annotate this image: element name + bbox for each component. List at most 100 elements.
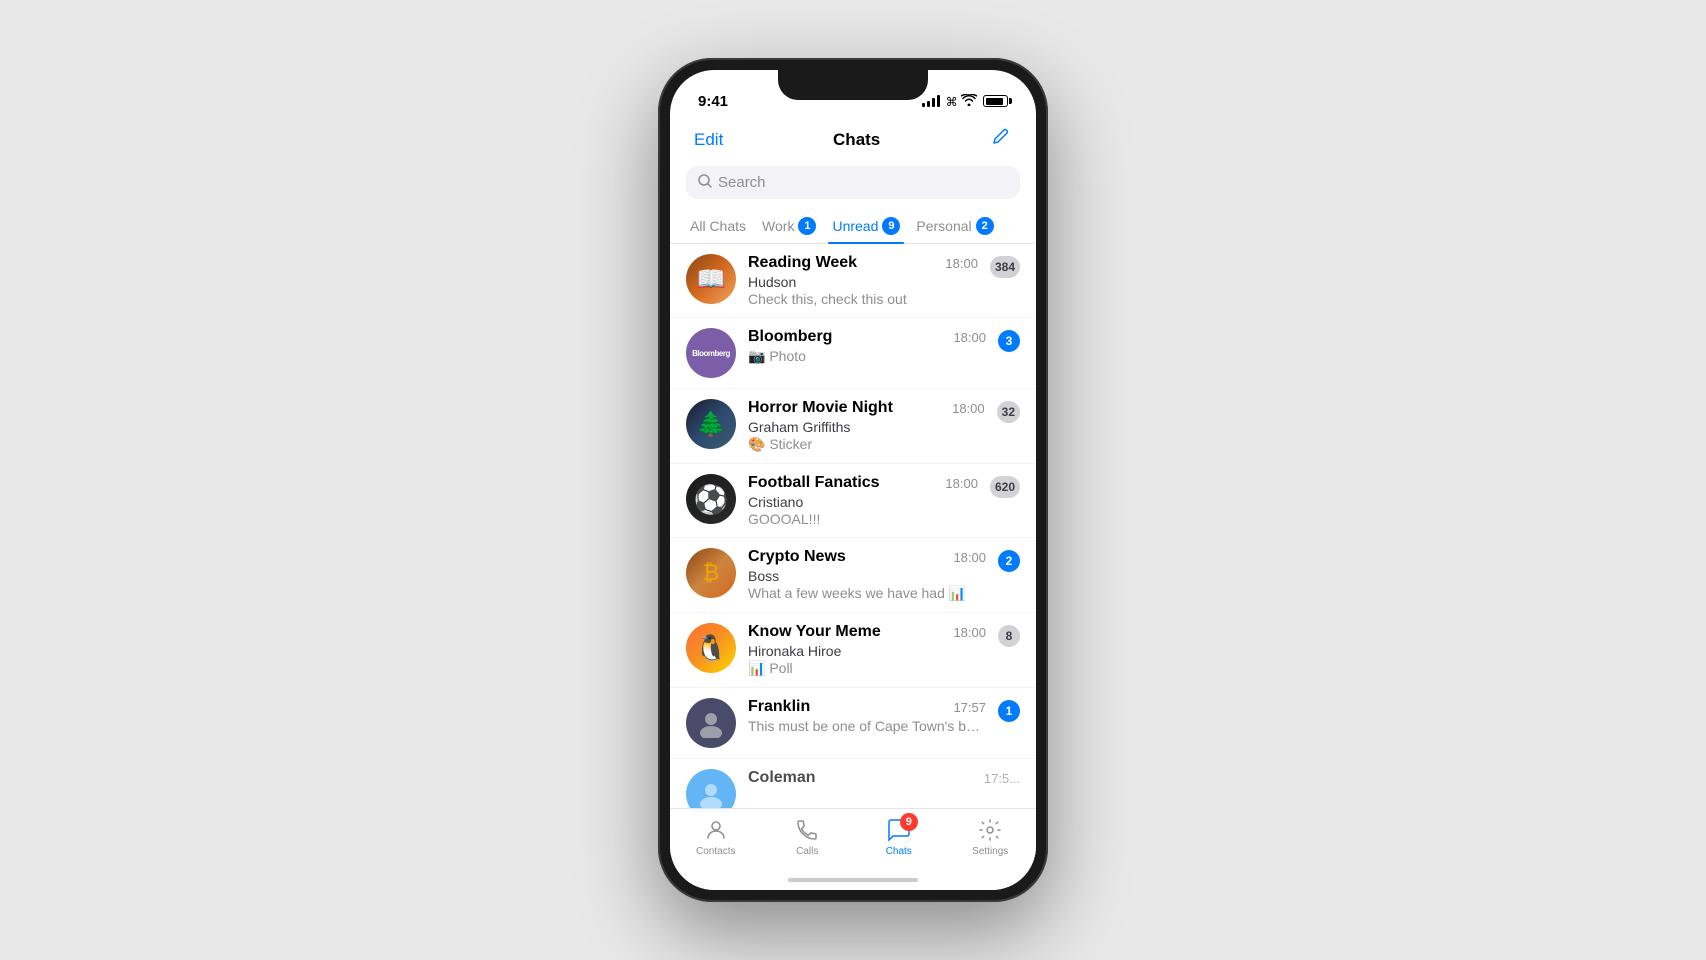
phone-frame: 9:41 ⌘ [658, 58, 1048, 902]
chat-meta: 3 [998, 328, 1020, 352]
page-title: Chats [833, 130, 880, 150]
unread-badge: 620 [990, 476, 1020, 498]
chat-preview: GOOOAL!!! [748, 511, 978, 527]
chat-preview: 📊 Poll [748, 660, 986, 677]
chat-content-football: Football Fanatics 18:00 Cristiano GOOOAL… [748, 474, 978, 527]
compose-button[interactable] [990, 126, 1012, 154]
battery-icon [983, 95, 1008, 107]
chat-meta: 8 [998, 623, 1020, 647]
chat-name: Coleman [748, 769, 816, 787]
chat-item-bloomberg[interactable]: Bloomberg Bloomberg 18:00 📷 Photo 3 [670, 318, 1036, 389]
chat-time: 18:00 [945, 256, 978, 271]
chat-preview: 📷 Photo [748, 348, 986, 365]
tab-all-chats[interactable]: All Chats [686, 211, 750, 243]
tab-unread-badge: 9 [882, 217, 900, 235]
chats-label: Chats [886, 846, 912, 857]
edit-button[interactable]: Edit [694, 130, 723, 150]
chat-name: Horror Movie Night [748, 399, 893, 417]
chat-item-coleman[interactable]: Coleman 17:5... [670, 759, 1036, 812]
chat-preview: This must be one of Cape Town's best spo… [748, 718, 986, 734]
settings-label: Settings [972, 846, 1008, 857]
chat-content-crypto: Crypto News 18:00 Boss What a few weeks … [748, 548, 986, 602]
chat-content-coleman: Coleman 17:5... [748, 769, 1020, 789]
chat-meta: 384 [990, 254, 1020, 278]
chat-time: 17:57 [953, 700, 986, 715]
chat-list: 📖 Reading Week 18:00 Hudson Check this, … [670, 244, 1036, 812]
search-bar[interactable]: Search [686, 166, 1020, 199]
tab-work-badge: 1 [798, 217, 816, 235]
avatar-coleman [686, 769, 736, 812]
avatar-franklin [686, 698, 736, 748]
notch [778, 70, 928, 100]
chat-time: 18:00 [952, 401, 985, 416]
tab-unread[interactable]: Unread 9 [828, 211, 904, 243]
chat-name: Bloomberg [748, 328, 832, 346]
unread-badge: 384 [990, 256, 1020, 278]
chat-sender: Boss [748, 568, 986, 584]
contacts-icon [703, 817, 729, 843]
chat-content-franklin: Franklin 17:57 This must be one of Cape … [748, 698, 986, 734]
chat-content-horror: Horror Movie Night 18:00 Graham Griffith… [748, 399, 985, 453]
wifi-icon: ⌘ [946, 94, 977, 109]
chat-preview: 🎨 Sticker [748, 436, 985, 453]
status-time: 9:41 [698, 93, 728, 110]
chat-item-football[interactable]: ⚽ Football Fanatics 18:00 Cristiano GOOO… [670, 464, 1036, 538]
chat-item-horror[interactable]: 🌲 Horror Movie Night 18:00 Graham Griffi… [670, 389, 1036, 464]
chat-sender: Graham Griffiths [748, 419, 985, 435]
chat-preview: What a few weeks we have had 📊 [748, 585, 986, 602]
unread-badge: 3 [998, 330, 1020, 352]
contacts-label: Contacts [696, 846, 735, 857]
chat-time: 17:5... [984, 771, 1020, 786]
filter-tabs: All Chats Work 1 Unread 9 Personal 2 [670, 207, 1036, 244]
unread-badge: 2 [998, 550, 1020, 572]
signal-icon [922, 95, 940, 107]
chat-item-crypto[interactable]: ₿ Crypto News 18:00 Boss What a few week… [670, 538, 1036, 613]
avatar-bloomberg: Bloomberg [686, 328, 736, 378]
chat-name: Reading Week [748, 254, 857, 272]
tab-bar-contacts[interactable]: Contacts [670, 817, 762, 857]
chat-item-franklin[interactable]: Franklin 17:57 This must be one of Cape … [670, 688, 1036, 759]
tab-personal-badge: 2 [976, 217, 994, 235]
calls-label: Calls [796, 846, 818, 857]
chat-content-bloomberg: Bloomberg 18:00 📷 Photo [748, 328, 986, 365]
chats-tab-badge: 9 [900, 813, 918, 831]
chat-item-reading-week[interactable]: 📖 Reading Week 18:00 Hudson Check this, … [670, 244, 1036, 318]
tab-personal[interactable]: Personal 2 [912, 211, 997, 243]
chat-sender: Cristiano [748, 494, 978, 510]
chat-sender: Hudson [748, 274, 978, 290]
search-placeholder: Search [718, 174, 766, 191]
chat-meta: 620 [990, 474, 1020, 498]
status-icons: ⌘ [922, 94, 1008, 109]
chat-time: 18:00 [953, 550, 986, 565]
home-indicator [788, 878, 918, 882]
chat-time: 18:00 [945, 476, 978, 491]
chat-time: 18:00 [953, 330, 986, 345]
chat-meta: 32 [997, 399, 1020, 423]
chat-content-meme: Know Your Meme 18:00 Hironaka Hiroe 📊 Po… [748, 623, 986, 677]
avatar-horror: 🌲 [686, 399, 736, 449]
chat-meta: 1 [998, 698, 1020, 722]
chat-meta: 2 [998, 548, 1020, 572]
chat-sender: Hironaka Hiroe [748, 643, 986, 659]
chat-content-reading-week: Reading Week 18:00 Hudson Check this, ch… [748, 254, 978, 307]
tab-work[interactable]: Work 1 [758, 211, 820, 243]
chat-name: Football Fanatics [748, 474, 880, 492]
unread-badge: 8 [998, 625, 1020, 647]
chats-icon: 9 [886, 817, 912, 843]
calls-icon [794, 817, 820, 843]
search-icon [698, 174, 712, 191]
tab-bar-chats[interactable]: 9 Chats [853, 817, 945, 857]
phone-wrapper: 9:41 ⌘ [658, 58, 1048, 902]
unread-badge: 1 [998, 700, 1020, 722]
avatar-meme: 🐧 [686, 623, 736, 673]
unread-badge: 32 [997, 401, 1020, 423]
tab-bar-settings[interactable]: Settings [945, 817, 1037, 857]
phone-screen: 9:41 ⌘ [670, 70, 1036, 890]
nav-bar: Edit Chats [670, 118, 1036, 158]
chat-time: 18:00 [953, 625, 986, 640]
tab-bar-calls[interactable]: Calls [762, 817, 854, 857]
chat-item-meme[interactable]: 🐧 Know Your Meme 18:00 Hironaka Hiroe 📊 … [670, 613, 1036, 688]
avatar-football: ⚽ [686, 474, 736, 524]
avatar-crypto: ₿ [686, 548, 736, 598]
chat-preview: Check this, check this out [748, 291, 978, 307]
